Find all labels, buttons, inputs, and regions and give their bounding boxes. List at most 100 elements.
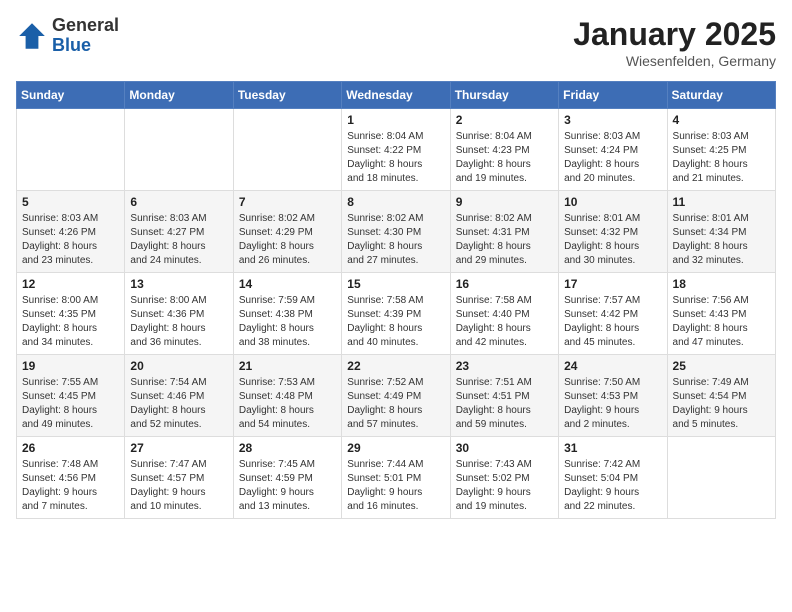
day-info: Sunrise: 7:55 AM Sunset: 4:45 PM Dayligh… [22, 376, 119, 432]
calendar-cell: 8 Sunrise: 8:02 AM Sunset: 4:30 PM Daylig… [342, 191, 450, 273]
calendar-cell: 18 Sunrise: 7:56 AM Sunset: 4:43 PM Dayli… [667, 273, 775, 355]
day-info: Sunrise: 7:47 AM Sunset: 4:57 PM Dayligh… [130, 458, 227, 514]
day-info: Sunrise: 8:02 AM Sunset: 4:31 PM Dayligh… [456, 212, 553, 268]
day-info: Sunrise: 7:59 AM Sunset: 4:38 PM Dayligh… [239, 294, 336, 350]
day-info: Sunrise: 7:58 AM Sunset: 4:40 PM Dayligh… [456, 294, 553, 350]
calendar-cell: 24Sunrise: 7:50 AM Sunset: 4:53 PM Dayli… [559, 355, 667, 437]
logo-text: General Blue [52, 16, 119, 56]
day-number: 30 [456, 441, 553, 455]
calendar-cell: 2Sunrise: 8:04 AM Sunset: 4:23 PM Daylig… [450, 109, 558, 191]
day-info: Sunrise: 7:49 AM Sunset: 4:54 PM Dayligh… [673, 376, 770, 432]
calendar-cell: 23 Sunrise: 7:51 AM Sunset: 4:51 PM Dayli… [450, 355, 558, 437]
day-info: Sunrise: 8:02 AM Sunset: 4:29 PM Dayligh… [239, 212, 336, 268]
logo-blue-text: Blue [52, 36, 119, 56]
day-info: Sunrise: 7:57 AM Sunset: 4:42 PM Dayligh… [564, 294, 661, 350]
calendar-week-row: 5 Sunrise: 8:03 AM Sunset: 4:26 PM Daylig… [17, 191, 776, 273]
day-number: 17 [564, 277, 661, 291]
day-info: Sunrise: 7:45 AM Sunset: 4:59 PM Dayligh… [239, 458, 336, 514]
calendar-cell: 26 Sunrise: 7:48 AM Sunset: 4:56 PM Dayli… [17, 437, 125, 519]
calendar-cell [233, 109, 341, 191]
calendar-cell: 1Sunrise: 8:04 AM Sunset: 4:22 PM Daylig… [342, 109, 450, 191]
calendar-cell: 29 Sunrise: 7:44 AM Sunset: 5:01 PM Dayli… [342, 437, 450, 519]
calendar-cell: 25 Sunrise: 7:49 AM Sunset: 4:54 PM Dayli… [667, 355, 775, 437]
logo-icon [16, 20, 48, 52]
day-number: 23 [456, 359, 553, 373]
calendar-cell: 22 Sunrise: 7:52 AM Sunset: 4:49 PM Dayli… [342, 355, 450, 437]
day-info: Sunrise: 7:56 AM Sunset: 4:43 PM Dayligh… [673, 294, 770, 350]
day-info: Sunrise: 7:54 AM Sunset: 4:46 PM Dayligh… [130, 376, 227, 432]
weekday-header-monday: Monday [125, 82, 233, 109]
day-number: 29 [347, 441, 444, 455]
day-number: 11 [673, 195, 770, 209]
day-number: 25 [673, 359, 770, 373]
day-info: Sunrise: 8:01 AM Sunset: 4:32 PM Dayligh… [564, 212, 661, 268]
day-number: 7 [239, 195, 336, 209]
calendar-week-row: 26 Sunrise: 7:48 AM Sunset: 4:56 PM Dayli… [17, 437, 776, 519]
calendar-cell: 4Sunrise: 8:03 AM Sunset: 4:25 PM Daylig… [667, 109, 775, 191]
day-number: 15 [347, 277, 444, 291]
day-number: 19 [22, 359, 119, 373]
month-title: January 2025 [573, 16, 776, 53]
day-info: Sunrise: 7:48 AM Sunset: 4:56 PM Dayligh… [22, 458, 119, 514]
day-info: Sunrise: 8:01 AM Sunset: 4:34 PM Dayligh… [673, 212, 770, 268]
day-number: 5 [22, 195, 119, 209]
day-info: Sunrise: 8:03 AM Sunset: 4:27 PM Dayligh… [130, 212, 227, 268]
calendar-cell: 17 Sunrise: 7:57 AM Sunset: 4:42 PM Dayli… [559, 273, 667, 355]
calendar-cell [125, 109, 233, 191]
page-header: General Blue January 2025 Wiesenfelden, … [16, 16, 776, 69]
title-area: January 2025 Wiesenfelden, Germany [573, 16, 776, 69]
day-number: 10 [564, 195, 661, 209]
calendar-week-row: 12 Sunrise: 8:00 AM Sunset: 4:35 PM Dayli… [17, 273, 776, 355]
day-info: Sunrise: 7:58 AM Sunset: 4:39 PM Dayligh… [347, 294, 444, 350]
day-info: Sunrise: 8:02 AM Sunset: 4:30 PM Dayligh… [347, 212, 444, 268]
weekday-header-row: SundayMondayTuesdayWednesdayThursdayFrid… [17, 82, 776, 109]
calendar-week-row: 1Sunrise: 8:04 AM Sunset: 4:22 PM Daylig… [17, 109, 776, 191]
logo-general-text: General [52, 16, 119, 36]
calendar-cell: 14Sunrise: 7:59 AM Sunset: 4:38 PM Dayli… [233, 273, 341, 355]
calendar-cell: 13Sunrise: 8:00 AM Sunset: 4:36 PM Dayli… [125, 273, 233, 355]
day-number: 20 [130, 359, 227, 373]
calendar-cell: 3 Sunrise: 8:03 AM Sunset: 4:24 PM Daylig… [559, 109, 667, 191]
day-info: Sunrise: 8:04 AM Sunset: 4:22 PM Dayligh… [347, 130, 444, 186]
weekday-header-friday: Friday [559, 82, 667, 109]
day-number: 21 [239, 359, 336, 373]
day-number: 12 [22, 277, 119, 291]
day-info: Sunrise: 7:42 AM Sunset: 5:04 PM Dayligh… [564, 458, 661, 514]
day-info: Sunrise: 7:52 AM Sunset: 4:49 PM Dayligh… [347, 376, 444, 432]
day-info: Sunrise: 7:51 AM Sunset: 4:51 PM Dayligh… [456, 376, 553, 432]
calendar-table: SundayMondayTuesdayWednesdayThursdayFrid… [16, 81, 776, 519]
calendar-cell: 28 Sunrise: 7:45 AM Sunset: 4:59 PM Dayli… [233, 437, 341, 519]
day-number: 3 [564, 113, 661, 127]
calendar-cell: 12 Sunrise: 8:00 AM Sunset: 4:35 PM Dayli… [17, 273, 125, 355]
weekday-header-saturday: Saturday [667, 82, 775, 109]
calendar-cell: 5 Sunrise: 8:03 AM Sunset: 4:26 PM Daylig… [17, 191, 125, 273]
day-number: 9 [456, 195, 553, 209]
day-info: Sunrise: 8:03 AM Sunset: 4:24 PM Dayligh… [564, 130, 661, 186]
day-number: 6 [130, 195, 227, 209]
calendar-cell: 6 Sunrise: 8:03 AM Sunset: 4:27 PM Daylig… [125, 191, 233, 273]
day-info: Sunrise: 7:44 AM Sunset: 5:01 PM Dayligh… [347, 458, 444, 514]
day-number: 4 [673, 113, 770, 127]
day-number: 26 [22, 441, 119, 455]
calendar-cell: 9 Sunrise: 8:02 AM Sunset: 4:31 PM Daylig… [450, 191, 558, 273]
logo: General Blue [16, 16, 119, 56]
day-number: 22 [347, 359, 444, 373]
calendar-cell: 31Sunrise: 7:42 AM Sunset: 5:04 PM Dayli… [559, 437, 667, 519]
day-number: 8 [347, 195, 444, 209]
day-number: 2 [456, 113, 553, 127]
day-number: 27 [130, 441, 227, 455]
day-info: Sunrise: 7:50 AM Sunset: 4:53 PM Dayligh… [564, 376, 661, 432]
weekday-header-tuesday: Tuesday [233, 82, 341, 109]
calendar-cell: 21Sunrise: 7:53 AM Sunset: 4:48 PM Dayli… [233, 355, 341, 437]
calendar-week-row: 19 Sunrise: 7:55 AM Sunset: 4:45 PM Dayli… [17, 355, 776, 437]
day-number: 28 [239, 441, 336, 455]
day-info: Sunrise: 8:00 AM Sunset: 4:36 PM Dayligh… [130, 294, 227, 350]
day-number: 16 [456, 277, 553, 291]
weekday-header-wednesday: Wednesday [342, 82, 450, 109]
day-info: Sunrise: 8:03 AM Sunset: 4:26 PM Dayligh… [22, 212, 119, 268]
day-info: Sunrise: 8:00 AM Sunset: 4:35 PM Dayligh… [22, 294, 119, 350]
calendar-cell: 7 Sunrise: 8:02 AM Sunset: 4:29 PM Daylig… [233, 191, 341, 273]
calendar-cell: 20 Sunrise: 7:54 AM Sunset: 4:46 PM Dayli… [125, 355, 233, 437]
calendar-cell: 27 Sunrise: 7:47 AM Sunset: 4:57 PM Dayli… [125, 437, 233, 519]
day-number: 18 [673, 277, 770, 291]
